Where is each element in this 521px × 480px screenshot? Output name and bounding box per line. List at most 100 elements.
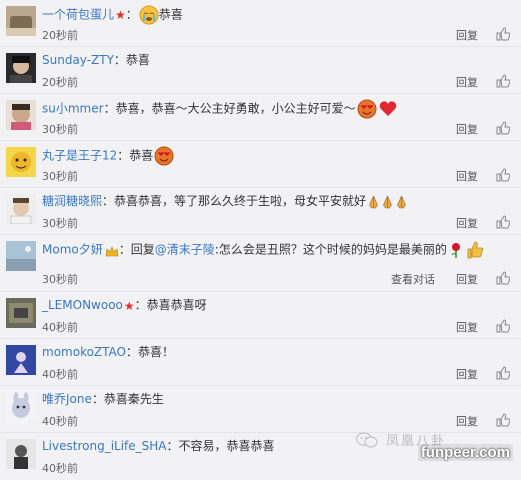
avatar[interactable] [6, 241, 36, 271]
comment-text: 恭喜 [129, 148, 154, 163]
comment-row: 糖润糖晓熙：恭喜恭喜，等了那么久终于生啦，母女平安就好 30秒前 回复 [0, 188, 521, 235]
comment-row: su小mmer：恭喜，恭喜～大公主好勇敢，小公主好可爱～ 30秒前 回复 [0, 94, 521, 141]
avatar[interactable] [6, 147, 36, 177]
separator: ： [118, 242, 131, 257]
thumbs-up-icon[interactable] [496, 73, 511, 88]
timestamp: 40秒前 [42, 415, 78, 428]
thumbs-up-icon[interactable] [496, 270, 511, 285]
separator: ： [166, 439, 179, 453]
username-link[interactable]: 糖润糖晓熙 [42, 194, 102, 208]
praying-hands-icon [395, 195, 408, 209]
comment-text-line: momokoZTAO：恭喜！ [42, 344, 515, 360]
thumbs-up-icon[interactable] [496, 120, 511, 135]
comment-text: 恭喜！ [138, 345, 175, 359]
comment-row: _LEMONwooo★：恭喜恭喜呀 40秒前 回复 [0, 292, 521, 339]
site-watermark: funpeer.com [417, 444, 513, 461]
timestamp: 40秒前 [42, 462, 78, 475]
thumbs-up-icon[interactable] [496, 214, 511, 229]
reply-button[interactable]: 回复 [456, 366, 478, 382]
username-link[interactable]: Livestrong_iLife_SHA [42, 439, 167, 453]
comment-text: 恭喜恭喜呀 [146, 298, 207, 312]
reply-button[interactable]: 回复 [456, 215, 478, 231]
reply-button[interactable]: 回复 [456, 121, 478, 137]
reply-button[interactable]: 回复 [456, 74, 478, 90]
avatar[interactable] [6, 53, 36, 83]
timestamp: 20秒前 [42, 76, 78, 89]
comment-text: 恭喜秦先生 [103, 392, 164, 406]
separator: ： [102, 194, 115, 208]
comment-text-line: su小mmer：恭喜，恭喜～大公主好勇敢，小公主好可爱～ [42, 99, 515, 119]
avatar[interactable] [6, 392, 36, 422]
red-heart-icon [378, 99, 398, 119]
comment-text: 不容易，恭喜恭喜 [178, 439, 275, 453]
comment-text: :怎么会是丑照？这个时候的妈妈是最美丽的 [214, 242, 447, 257]
username-link[interactable]: momokoZTAO [42, 345, 126, 359]
timestamp: 40秒前 [42, 321, 78, 334]
username-link[interactable]: _LEMONwooo [42, 298, 123, 312]
thumbs-up-icon[interactable] [496, 26, 511, 41]
red-star-badge-icon: ★ [123, 298, 135, 313]
reply-prefix: 回复 [130, 242, 155, 257]
reply-button[interactable]: 回复 [456, 319, 478, 335]
comment-text-line: 一个荷包蛋儿★： 恭喜 [42, 5, 515, 25]
comment-list: 一个荷包蛋儿★： 恭喜 20秒前 回复 Sunday-ZTY：恭喜 20秒前 回复… [0, 0, 521, 475]
thumbs-up-icon[interactable] [496, 167, 511, 182]
reply-button[interactable]: 回复 [456, 168, 478, 184]
separator: ： [91, 392, 104, 406]
avatar[interactable] [6, 345, 36, 375]
username-link[interactable]: su小mmer [42, 102, 104, 116]
heart-eyes-emoji-icon [154, 146, 174, 166]
view-conversation-link[interactable]: 查看对话 [391, 271, 435, 287]
avatar[interactable] [6, 100, 36, 130]
crown-badge-icon [105, 245, 119, 256]
crying-face-emoji-icon [139, 5, 159, 25]
avatar[interactable] [6, 6, 36, 36]
comment-text-line: 丸子是王子12：恭喜 [42, 146, 515, 166]
comment-text: 恭喜 [158, 7, 183, 22]
comment-text: 恭喜恭喜，等了那么久终于生啦，母女平安就好 [114, 194, 367, 208]
username-link[interactable]: Momo夕妍 [42, 243, 103, 257]
mention-link[interactable]: @清末子陵 [155, 243, 215, 257]
username-link[interactable]: 丸子是王子12 [42, 149, 117, 163]
thumbs-up-emoji-icon [465, 240, 485, 260]
username-link[interactable]: 一个荷包蛋儿 [42, 8, 114, 22]
reply-button[interactable]: 回复 [456, 271, 478, 287]
comment-text-line: _LEMONwooo★：恭喜恭喜呀 [42, 297, 515, 313]
comment-text: 恭喜，恭喜～大公主好勇敢，小公主好可爱～ [115, 101, 356, 116]
thumbs-up-icon[interactable] [496, 412, 511, 427]
username-link[interactable]: Sunday-ZTY [42, 53, 114, 67]
avatar[interactable] [6, 298, 36, 328]
comment-text: 恭喜 [125, 53, 150, 67]
comment-row: Sunday-ZTY：恭喜 20秒前 回复 [0, 47, 521, 94]
heart-eyes-emoji-icon [357, 99, 377, 119]
username-link[interactable]: 唯乔Jone [42, 392, 92, 406]
timestamp: 30秒前 [42, 217, 78, 230]
timestamp: 30秒前 [42, 170, 78, 183]
timestamp: 20秒前 [42, 29, 78, 42]
wechat-logo-icon [355, 432, 378, 448]
avatar[interactable] [6, 194, 36, 224]
separator: ： [117, 148, 130, 163]
thumbs-up-icon[interactable] [496, 318, 511, 333]
timestamp: 40秒前 [42, 368, 78, 381]
separator: ： [103, 101, 116, 116]
comment-text-line: 糖润糖晓熙：恭喜恭喜，等了那么久终于生啦，母女平安就好 [42, 193, 515, 209]
comment-row: 唯乔Jone：恭喜秦先生 40秒前 回复 [0, 386, 521, 433]
red-star-badge-icon: ★ [115, 8, 126, 22]
comment-row: 丸子是王子12：恭喜 30秒前 回复 [0, 141, 521, 188]
rose-icon [448, 242, 464, 258]
separator: ： [134, 298, 147, 312]
praying-hands-icon [367, 195, 380, 209]
thumbs-up-icon[interactable] [496, 365, 511, 380]
timestamp: 30秒前 [42, 123, 78, 136]
praying-hands-icon [381, 195, 394, 209]
timestamp: 30秒前 [42, 273, 78, 286]
reply-button[interactable]: 回复 [456, 27, 478, 43]
comment-row: Momo夕妍 ：回复@清末子陵:怎么会是丑照？这个时候的妈妈是最美丽的 30秒前 … [0, 235, 521, 292]
comment-text-line: 唯乔Jone：恭喜秦先生 [42, 391, 515, 407]
reply-button[interactable]: 回复 [456, 413, 478, 429]
comment-text-line: Sunday-ZTY：恭喜 [42, 52, 515, 68]
comment-text-line: Momo夕妍 ：回复@清末子陵:怎么会是丑照？这个时候的妈妈是最美丽的 [42, 240, 515, 260]
separator: ： [113, 53, 126, 67]
separator: ： [126, 345, 139, 359]
